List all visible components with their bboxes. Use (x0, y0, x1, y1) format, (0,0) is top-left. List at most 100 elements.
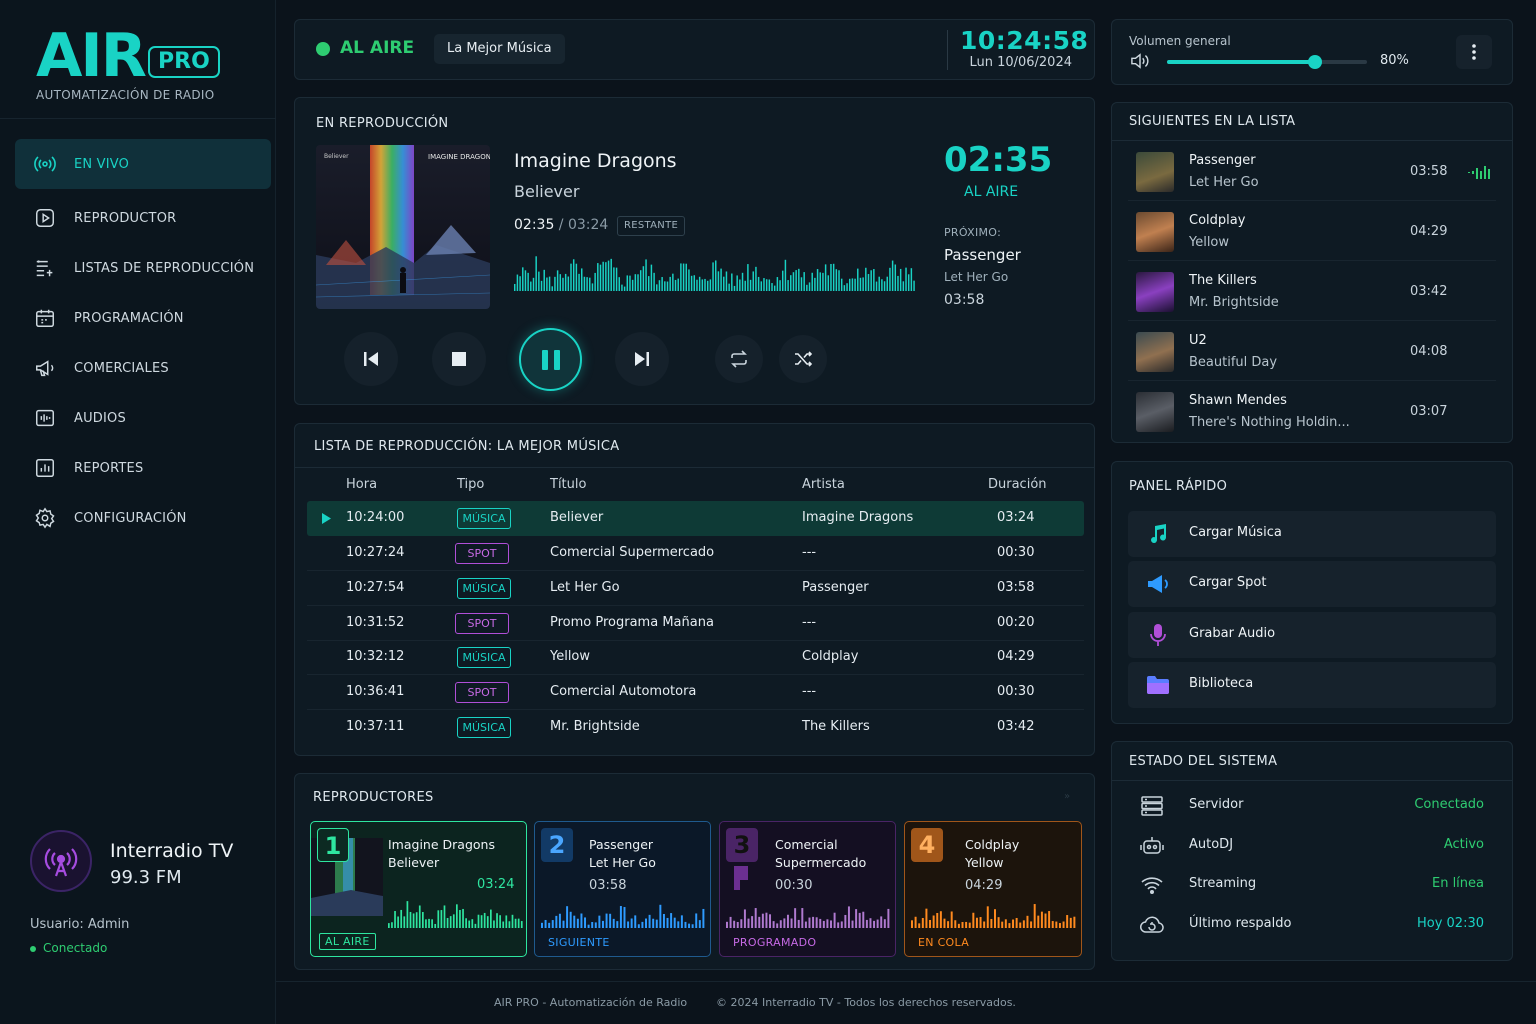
repeat-icon (731, 350, 747, 368)
library-button[interactable]: Biblioteca (1128, 662, 1496, 708)
wave-bar (680, 263, 682, 291)
status-label: Streaming (1189, 876, 1257, 891)
column-header-tipo[interactable]: Tipo (457, 477, 484, 492)
nav-item-programacion[interactable]: PROGRAMACIÓN (15, 293, 271, 343)
wave-bar (474, 923, 477, 928)
wave-bar (851, 920, 854, 928)
pause-button[interactable] (519, 328, 582, 391)
waveform[interactable] (514, 255, 916, 291)
status-value: Conectado (1414, 797, 1484, 812)
quick-label: Cargar Música (1189, 525, 1282, 540)
table-row[interactable]: 10:31:52 SPOT Promo Programa Mañana --- … (307, 606, 1084, 641)
wave-bar (664, 281, 666, 291)
wave-bar (532, 277, 535, 291)
queue-item[interactable]: U2 Beautiful Day 04:08 (1128, 323, 1496, 381)
wave-bar (741, 272, 744, 291)
previous-button[interactable] (344, 332, 398, 386)
wave-bar (1058, 923, 1061, 928)
nav-item-listas[interactable]: LISTAS DE REPRODUCCIÓN (15, 243, 271, 293)
wave-bar (776, 923, 779, 928)
shuffle-button[interactable] (779, 335, 827, 383)
deck-status: AL AIRE (319, 933, 376, 950)
queue-item[interactable]: Shawn Mendes There's Nothing Holdin... 0… (1128, 383, 1496, 441)
wave-bar (768, 279, 771, 291)
record-audio-button[interactable]: Grabar Audio (1128, 612, 1496, 658)
wave-bar (483, 912, 486, 928)
table-row[interactable]: 10:37:11 MÚSICA Mr. Brightside The Kille… (307, 710, 1084, 745)
deck-2[interactable]: 2 Passenger Let Her Go 03:58 SIGUIENTE (534, 821, 711, 957)
audio-file-icon (33, 406, 57, 430)
column-header-titulo[interactable]: Título (550, 477, 586, 492)
table-row[interactable]: 10:32:12 MÚSICA Yellow Coldplay 04:29 (307, 640, 1084, 675)
wave-bar (918, 923, 921, 928)
more-menu-button[interactable] (1456, 35, 1492, 69)
wave-bar (921, 918, 924, 928)
repeat-button[interactable] (715, 335, 763, 383)
table-row[interactable]: 10:27:24 SPOT Comercial Supermercado ---… (307, 536, 1084, 571)
wave-bar (758, 916, 761, 928)
table-row[interactable]: 10:36:41 SPOT Comercial Automotora --- 0… (307, 675, 1084, 710)
nav-item-audios[interactable]: AUDIOS (15, 393, 271, 443)
wave-bar (630, 918, 633, 928)
wave-bar (659, 904, 662, 928)
load-spot-button[interactable]: Cargar Spot (1128, 561, 1496, 607)
app-logo[interactable]: AIR PRO (36, 26, 220, 86)
expand-icon[interactable]: » (1064, 791, 1070, 802)
column-header-artista[interactable]: Artista (802, 477, 845, 492)
volume-percent: 80% (1380, 53, 1409, 68)
pause-icon (541, 349, 560, 370)
nav-item-en-vivo[interactable]: EN VIVO (15, 139, 271, 189)
wave-bar (914, 916, 917, 928)
wave-bar (554, 276, 556, 291)
column-header-hora[interactable]: Hora (346, 477, 377, 492)
nav-item-reproductor[interactable]: REPRODUCTOR (15, 193, 271, 243)
program-badge[interactable]: La Mejor Música (434, 34, 565, 64)
volume-slider[interactable] (1167, 55, 1367, 69)
queue-item[interactable]: Passenger Let Her Go 03:58 (1128, 143, 1496, 201)
table-row[interactable]: 10:24:00 MÚSICA Believer Imagine Dragons… (307, 501, 1084, 536)
megaphone-icon (33, 356, 57, 380)
wave-bar (468, 920, 471, 928)
nav-item-comerciales[interactable]: COMERCIALES (15, 343, 271, 393)
queue-artist: Shawn Mendes (1189, 393, 1287, 408)
wave-bar (440, 910, 443, 928)
wave-bar (808, 917, 811, 928)
queue-item[interactable]: Coldplay Yellow 04:29 (1128, 203, 1496, 261)
wave-bar (1015, 917, 1018, 928)
nav-item-configuracion[interactable]: CONFIGURACIÓN (15, 493, 271, 543)
load-music-button[interactable]: Cargar Música (1128, 511, 1496, 557)
table-row[interactable]: 10:27:54 MÚSICA Let Her Go Passenger 03:… (307, 571, 1084, 606)
deck-number: 2 (541, 828, 573, 862)
queue-thumb (1136, 152, 1174, 192)
wave-bar (1019, 922, 1022, 928)
album-art: IMAGINE DRAGONS Believer (316, 145, 490, 309)
wave-bar (804, 921, 807, 928)
speaker-icon[interactable] (1129, 52, 1151, 74)
deck-3[interactable]: 3 Comercial Supermercado 00:30 PROGRAMAD… (719, 821, 896, 957)
divider (295, 467, 1094, 468)
wave-bar (639, 270, 642, 291)
wave-bar (403, 916, 406, 928)
nav-label: PROGRAMACIÓN (74, 310, 184, 326)
wave-bar (519, 276, 521, 291)
wave-bar (838, 270, 840, 291)
wave-bar (858, 912, 861, 928)
wave-bar (544, 919, 547, 928)
wave-bar (736, 921, 739, 928)
nav-item-reportes[interactable]: REPORTES (15, 443, 271, 493)
wave-bar (670, 913, 673, 928)
wave-bar (629, 275, 631, 291)
deck-4[interactable]: 4 Coldplay Yellow 04:29 EN COLA (904, 821, 1082, 957)
status-row-streaming: Streaming En línea (1128, 866, 1496, 904)
volume-knob[interactable] (1308, 55, 1322, 69)
queue-item[interactable]: The Killers Mr. Brightside 03:42 (1128, 263, 1496, 321)
stop-button[interactable] (432, 332, 486, 386)
section-title: EN REPRODUCCIÓN (316, 116, 449, 131)
next-button[interactable] (615, 332, 669, 386)
wave-bar (827, 275, 830, 291)
deck-1[interactable]: 1 Imagine Dragons Believer 03:24 AL AIRE (310, 821, 527, 957)
nav-label: LISTAS DE REPRODUCCIÓN (74, 260, 255, 276)
wave-bar (744, 280, 746, 291)
column-header-duracion[interactable]: Duración (988, 477, 1047, 492)
wave-bar (415, 912, 418, 928)
